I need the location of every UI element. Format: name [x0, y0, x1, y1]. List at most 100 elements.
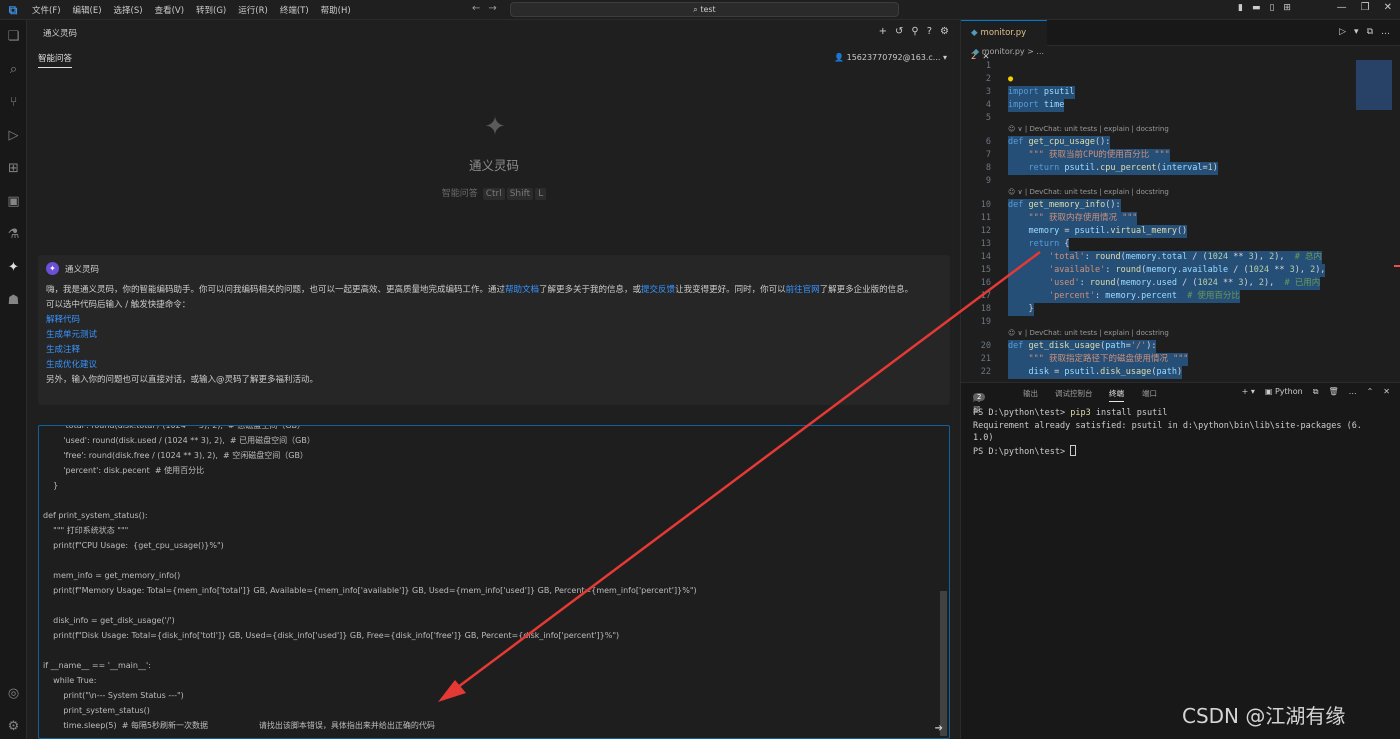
tab-ports[interactable]: 端口	[1142, 388, 1157, 399]
close-panel-icon[interactable]: ✕	[1383, 387, 1390, 397]
code-line: 21 """ 获取指定路径下的磁盘使用情况 """	[980, 353, 1189, 366]
terminal-output[interactable]: PS D:\python\test> pip3 install psutil R…	[973, 407, 1362, 458]
restore-icon[interactable]: ❐	[1361, 2, 1370, 13]
pin-icon[interactable]: ⚲	[911, 26, 918, 37]
key-ctrl: Ctrl	[482, 188, 505, 200]
bot-header: ✦ 通义灵码	[46, 262, 99, 275]
run-debug-icon[interactable]: ▷	[5, 127, 22, 144]
code-line: 16 'used': round(memory.used / (1024 ** …	[980, 277, 1321, 290]
codelens[interactable]: ☺ ∨ | DevChat: unit tests | explain | do…	[1008, 187, 1169, 198]
bot-message: ✦ 通义灵码 嗨，我是通义灵码，你的智能编码助手。你可以问我编码相关的问题，也可以…	[38, 255, 950, 405]
chevron-down-icon[interactable]: ▾	[1354, 27, 1359, 37]
menu-help[interactable]: 帮助(H)	[315, 4, 357, 16]
code-editor[interactable]: 1 2 ● 3 import psutil 4 import time 5 ☺ ∨ |…	[961, 60, 1400, 382]
menu-view[interactable]: 查看(V)	[149, 4, 190, 16]
search-view-icon[interactable]: ⌕	[5, 61, 22, 78]
menu-run[interactable]: 运行(R)	[232, 4, 274, 16]
help-icon[interactable]: ?	[927, 26, 932, 37]
toggle-secondary-sidebar-icon[interactable]: ▯	[1269, 3, 1274, 13]
terminal-shell-icon: ▣	[1264, 387, 1273, 396]
kill-terminal-icon[interactable]: 🗑	[1328, 387, 1338, 397]
split-terminal-icon[interactable]: ⧉	[1313, 387, 1319, 397]
tab-monitor-py[interactable]: ◆ monitor.py 2 ✕	[961, 20, 1047, 62]
close-window-icon[interactable]: ✕	[1384, 2, 1392, 13]
tab-smart-qa[interactable]: 智能问答	[38, 52, 73, 68]
terminal-command: pip3	[1070, 408, 1091, 418]
toggle-panel-icon[interactable]: ▬	[1252, 3, 1261, 13]
tab-output[interactable]: 输出	[1023, 388, 1038, 399]
code-line: 18 }	[980, 303, 1034, 316]
extensions-icon[interactable]: ⊞	[5, 160, 22, 177]
explorer-icon[interactable]: ❏	[5, 28, 22, 45]
new-terminal-icon[interactable]: + ▾	[1242, 387, 1255, 397]
feedback-link[interactable]: 提交反馈	[641, 285, 675, 295]
chevron-down-icon: ▾	[942, 53, 947, 62]
terminal-shell[interactable]: ▣ Python	[1265, 387, 1303, 397]
welcome-title: 通义灵码	[468, 158, 519, 173]
account-icon[interactable]: ◎	[5, 685, 22, 702]
vscode-logo-icon: ⧉	[8, 2, 18, 17]
tab-monitor-py-label: monitor.py	[980, 28, 1027, 38]
remote-explorer-icon[interactable]: ▣	[5, 193, 22, 210]
official-site-link[interactable]: 前往官网	[786, 285, 820, 295]
more-actions-icon[interactable]: …	[1349, 387, 1357, 397]
menu-go[interactable]: 转到(G)	[190, 4, 232, 16]
toggle-sidebar-icon[interactable]: ▮	[1238, 3, 1243, 13]
menu-edit[interactable]: 编辑(E)	[67, 4, 108, 16]
chat-input-text[interactable]: 'total': round(disk.total / (1024 ** 3),…	[43, 426, 697, 733]
source-control-icon[interactable]: ⑂	[5, 94, 22, 111]
history-icon[interactable]: ↺	[895, 26, 903, 37]
back-arrow-icon[interactable]: ←	[472, 3, 488, 14]
send-icon[interactable]: ➔	[935, 723, 943, 734]
lingma-header-actions: + ↺ ⚲ ? ⚙	[879, 26, 949, 37]
menu-terminal[interactable]: 终端(T)	[274, 4, 315, 16]
chat-input[interactable]: 'total': round(disk.total / (1024 ** 3),…	[38, 425, 950, 739]
menu-selection[interactable]: 选择(S)	[108, 4, 149, 16]
terminal-command-args: install psutil	[1090, 408, 1168, 418]
new-chat-icon[interactable]: +	[879, 26, 887, 37]
breadcrumb[interactable]: ◆ monitor.py > ...	[973, 47, 1044, 56]
welcome-hint-label: 智能问答	[441, 189, 478, 199]
terminal-prompt: PS D:\python\test>	[973, 446, 1071, 457]
devchat-icon[interactable]: ☗	[5, 292, 22, 309]
key-l: L	[535, 188, 547, 200]
settings-icon[interactable]: ⚙	[940, 26, 949, 37]
testing-icon[interactable]: ⚗	[5, 226, 22, 243]
search-icon: ⌕	[693, 5, 698, 14]
split-editor-icon[interactable]: ⧉	[1367, 27, 1373, 37]
codelens[interactable]: ☺ ∨ | DevChat: unit tests | explain | do…	[1008, 328, 1169, 339]
cmd-generate-unit-test[interactable]: 生成单元测试	[46, 328, 942, 343]
nav-arrows[interactable]: ←→	[472, 3, 505, 14]
tab-terminal[interactable]: 终端	[1109, 388, 1124, 402]
code-line: 22 disk = psutil.disk_usage(path)	[980, 366, 1183, 379]
minimize-icon[interactable]: —	[1337, 2, 1347, 13]
welcome-hint: 智能问答 Ctrl Shift L	[419, 186, 569, 200]
user-account[interactable]: 👤 15623770792@163.c... ▾	[834, 53, 947, 62]
menu-file[interactable]: 文件(F)	[26, 4, 67, 16]
cmd-optimize-suggestions[interactable]: 生成优化建议	[46, 358, 942, 373]
manage-gear-icon[interactable]: ⚙	[5, 718, 22, 735]
forward-arrow-icon[interactable]: →	[488, 3, 504, 14]
cmd-generate-comment[interactable]: 生成注释	[46, 343, 942, 358]
tab-debug-console[interactable]: 调试控制台	[1055, 388, 1093, 399]
customize-layout-icon[interactable]: ⊞	[1283, 3, 1291, 13]
command-center-search[interactable]: ⌕ test	[510, 2, 899, 17]
lingma-icon[interactable]: ✦	[5, 259, 22, 276]
more-actions-icon[interactable]: …	[1381, 27, 1390, 37]
minimap[interactable]	[1356, 60, 1392, 110]
intro-text-4: 了解更多企业版的信息。	[819, 285, 914, 295]
bottom-panel: 问题 2 输出 调试控制台 终端 端口 + ▾ ▣ Python ⧉ 🗑 … ⌃…	[960, 382, 1400, 739]
run-icon[interactable]: ▷	[1339, 27, 1346, 37]
codelens[interactable]: ☺ ∨ | DevChat: unit tests | explain | do…	[1008, 124, 1169, 135]
help-doc-link[interactable]: 帮助文档	[505, 285, 539, 295]
cmd-explain-code[interactable]: 解释代码	[46, 313, 942, 328]
maximize-panel-icon[interactable]: ⌃	[1367, 387, 1374, 397]
code-line: 3 import psutil	[985, 86, 1075, 99]
code-line: 8 return psutil.cpu_percent(interval=1)	[985, 162, 1218, 175]
lightbulb-icon[interactable]: ●	[1008, 73, 1013, 86]
code-line: 15 'available': round(memory.available /…	[980, 264, 1326, 277]
bot-message-body: 嗨，我是通义灵码，你的智能编码助手。你可以问我编码相关的问题，也可以一起更高效、…	[46, 283, 942, 388]
key-shift: Shift	[506, 188, 534, 200]
input-scrollbar[interactable]	[940, 591, 947, 736]
codelens-text: | DevChat: unit tests | explain | docstr…	[1024, 188, 1169, 196]
